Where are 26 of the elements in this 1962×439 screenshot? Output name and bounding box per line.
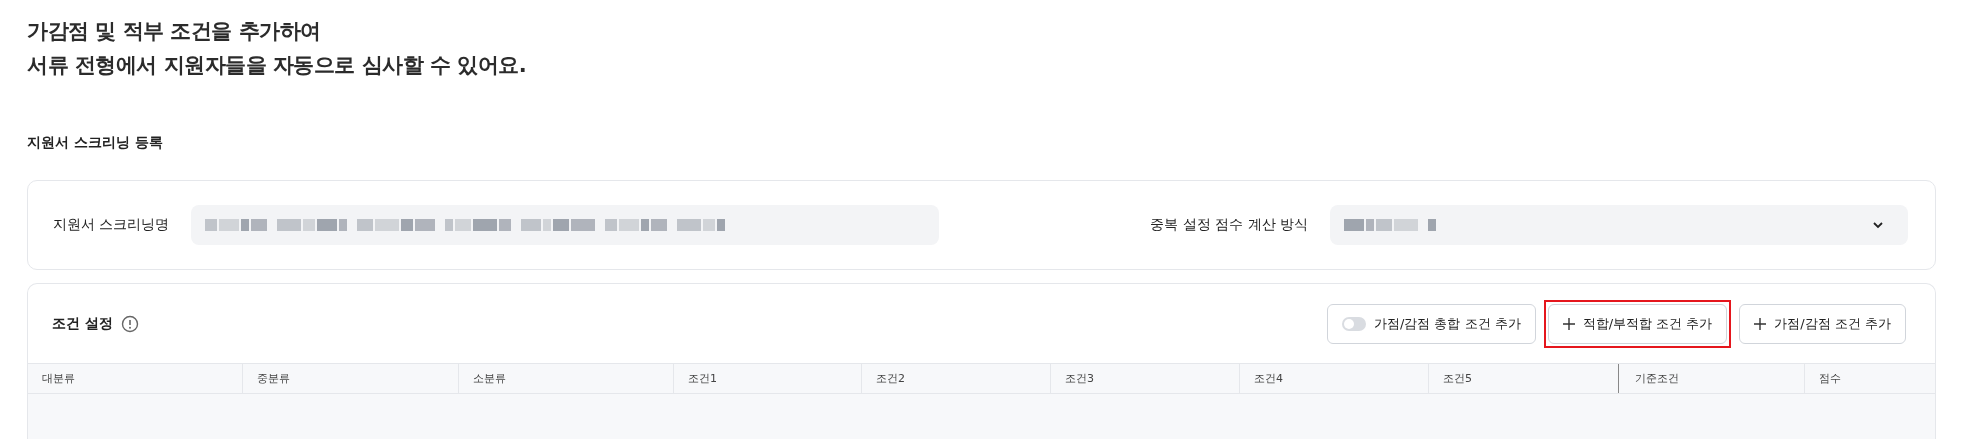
add-button[interactable]: 적합/부적합 조건 추가 — [1547, 303, 1728, 344]
intro-text: 가감점 및 적부 조건을 추가하여 — [27, 18, 322, 45]
section-title: 조건 설정 — [52, 314, 113, 333]
method-select[interactable] — [1330, 205, 1908, 245]
field-label: 지원서 스크리닝명 — [53, 216, 170, 234]
column-header: 조건3 — [1050, 364, 1239, 393]
toggle-button[interactable]: 가점/감점 총합 조건 추가 — [1326, 303, 1536, 344]
column-header: 조건2 — [861, 364, 1050, 393]
intro-text: 서류 전형에서 지원자들을 자동으로 심사할 수 있어요. — [27, 52, 528, 79]
column-header: 소분류 — [458, 364, 673, 393]
toggle-switch[interactable] — [1341, 316, 1366, 331]
column-header: 대분류 — [41, 371, 76, 387]
column-header: 점수 — [1804, 364, 1935, 393]
column-header: 기준조건 — [1618, 364, 1804, 393]
column-header: 조건5 — [1428, 364, 1618, 393]
column-header: 조건4 — [1239, 364, 1428, 393]
name-field[interactable] — [191, 205, 940, 245]
plus-icon — [1754, 317, 1767, 330]
column-header: 중분류 — [242, 364, 458, 393]
chevron-down-icon — [1872, 221, 1884, 229]
info-icon[interactable] — [120, 314, 139, 333]
add-button[interactable]: 가점/감점 조건 추가 — [1739, 303, 1906, 344]
section-title: 지원서 스크리닝 등록 — [27, 134, 164, 152]
plus-icon — [1562, 317, 1575, 330]
field-label: 중복 설정 점수 계산 방식 — [1150, 216, 1308, 234]
column-header: 조건1 — [673, 364, 861, 393]
